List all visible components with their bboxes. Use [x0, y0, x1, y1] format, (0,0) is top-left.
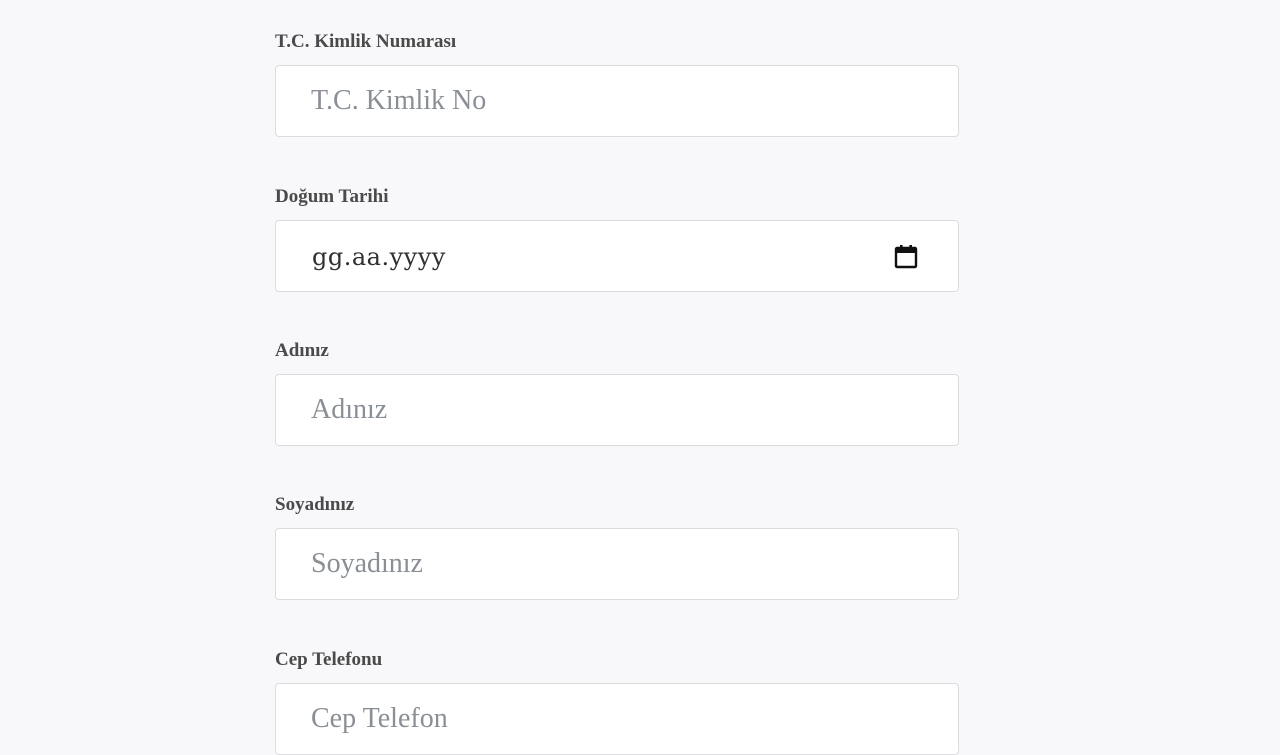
- phone-label: Cep Telefonu: [275, 649, 383, 670]
- tc-placeholder: T.C. Kimlik No: [311, 85, 487, 116]
- name-input[interactable]: Adınız: [275, 374, 959, 446]
- birth-date-label: Doğum Tarihi: [275, 186, 389, 207]
- calendar-icon[interactable]: [894, 244, 918, 269]
- phone-placeholder: Cep Telefon: [311, 703, 448, 734]
- name-label: Adınız: [275, 340, 329, 361]
- surname-label: Soyadınız: [275, 494, 355, 515]
- tc-label: T.C. Kimlik Numarası: [275, 31, 457, 52]
- tc-input[interactable]: T.C. Kimlik No: [275, 65, 959, 137]
- surname-placeholder: Soyadınız: [311, 548, 423, 579]
- phone-input[interactable]: Cep Telefon: [275, 683, 959, 755]
- birth-date-input[interactable]: gg.aa.yyyy: [275, 220, 959, 292]
- birth-date-placeholder: gg.aa.yyyy: [312, 243, 446, 271]
- name-placeholder: Adınız: [311, 394, 388, 425]
- surname-input[interactable]: Soyadınız: [275, 528, 959, 600]
